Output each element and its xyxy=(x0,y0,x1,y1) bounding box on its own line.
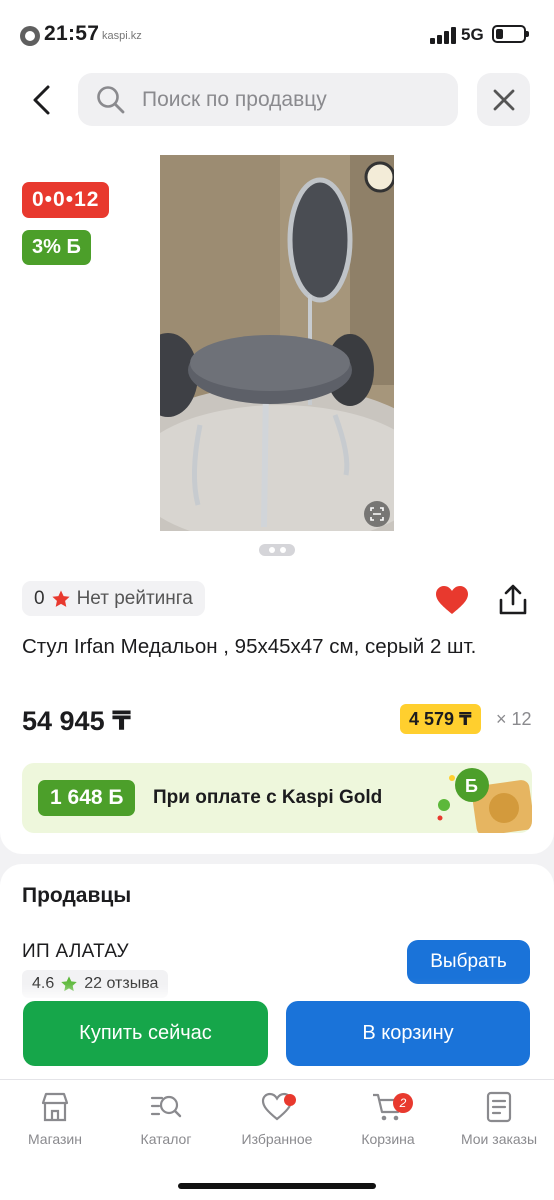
svg-text:Б: Б xyxy=(465,776,478,796)
catalog-search-icon xyxy=(150,1095,182,1118)
favorite-button[interactable] xyxy=(435,585,469,615)
installment-price-badge: 4 579 ₸ xyxy=(400,704,481,734)
choose-seller-button[interactable]: Выбрать xyxy=(407,940,530,984)
tab-label: Мои заказы xyxy=(460,1131,538,1147)
seller-name[interactable]: ИП АЛАТАУ xyxy=(22,941,129,963)
chevron-left-icon xyxy=(33,85,50,115)
signal-icon xyxy=(430,27,456,44)
seller-reviews: 22 отзыва xyxy=(84,975,159,992)
tab-catalog[interactable]: Каталог xyxy=(111,1090,221,1150)
gold-bonus-amount: 1 648 Б xyxy=(38,780,136,816)
kaspi-logo-icon xyxy=(20,26,40,46)
chair-illustration xyxy=(160,155,394,531)
carrier-label: kaspi.kz xyxy=(102,30,142,42)
image-search-icon[interactable] xyxy=(364,501,390,527)
status-bar: kaspi.kz 21:57 5G xyxy=(0,0,554,62)
clock: 21:57 xyxy=(44,22,100,45)
kaspi-gold-banner[interactable]: 1 648 Б При оплате с Kaspi Gold Б xyxy=(22,763,532,833)
top-header: Поиск по продавцу xyxy=(0,62,554,138)
network-type: 5G xyxy=(461,25,484,44)
search-icon xyxy=(97,85,125,113)
heart-filled-icon xyxy=(436,586,468,614)
home-indicator xyxy=(178,1183,376,1189)
close-icon xyxy=(493,89,514,110)
installment-months: × 12 xyxy=(496,709,532,729)
star-icon xyxy=(61,976,77,992)
product-title: Стул Irfan Медальон , 95х45х47 см, серый… xyxy=(22,635,477,658)
rating-value: 0 xyxy=(34,587,45,609)
kaspi-gold-card-icon: Б xyxy=(437,768,532,833)
star-icon xyxy=(51,590,70,607)
share-icon xyxy=(499,584,527,615)
tab-label: Каталог xyxy=(140,1131,192,1147)
orders-icon xyxy=(486,1091,512,1123)
tab-label: Магазин xyxy=(27,1131,82,1147)
rating-text: Нет рейтинга xyxy=(76,587,193,609)
action-bar: Купить сейчас В корзину xyxy=(0,1001,554,1079)
battery-icon xyxy=(492,25,529,43)
search-placeholder: Поиск по продавцу xyxy=(142,87,327,111)
cart-count-badge: 2 xyxy=(393,1093,413,1113)
promo-timer-badge: 0•0•12 xyxy=(22,182,110,218)
tab-orders[interactable]: Мои заказы xyxy=(444,1090,554,1150)
tab-cart[interactable]: 2 Корзина xyxy=(333,1090,443,1150)
product-card: 0•0•12 3% Б 0 Нет рейтинга Стул Irfan Ме… xyxy=(0,138,554,854)
shop-icon xyxy=(41,1092,69,1122)
tab-shop[interactable]: Магазин xyxy=(0,1090,110,1150)
add-to-cart-button[interactable]: В корзину xyxy=(286,1001,530,1066)
sellers-heading: Продавцы xyxy=(22,884,132,907)
back-button[interactable] xyxy=(22,80,62,120)
seller-rating-chip: 4.6 22 отзыва xyxy=(22,970,169,998)
product-image[interactable] xyxy=(160,155,394,531)
share-button[interactable] xyxy=(496,583,530,617)
tab-label: Корзина xyxy=(361,1131,415,1147)
close-button[interactable] xyxy=(477,73,530,126)
seller-search-input[interactable]: Поиск по продавцу xyxy=(78,73,458,126)
image-pager xyxy=(259,544,295,556)
rating-chip[interactable]: 0 Нет рейтинга xyxy=(22,581,205,616)
bottom-tab-bar: Магазин Каталог Избранное 2 Корзина Мои … xyxy=(0,1079,554,1200)
bonus-percent-badge: 3% Б xyxy=(22,230,91,265)
tab-label: Избранное xyxy=(241,1131,313,1147)
buy-now-button[interactable]: Купить сейчас xyxy=(23,1001,268,1066)
seller-rating-value: 4.6 xyxy=(32,975,55,992)
product-price: 54 945 ₸ xyxy=(22,706,131,736)
gold-banner-text: При оплате с Kaspi Gold xyxy=(153,787,383,808)
tab-favorites[interactable]: Избранное xyxy=(222,1090,332,1150)
favorites-dot xyxy=(284,1094,296,1106)
